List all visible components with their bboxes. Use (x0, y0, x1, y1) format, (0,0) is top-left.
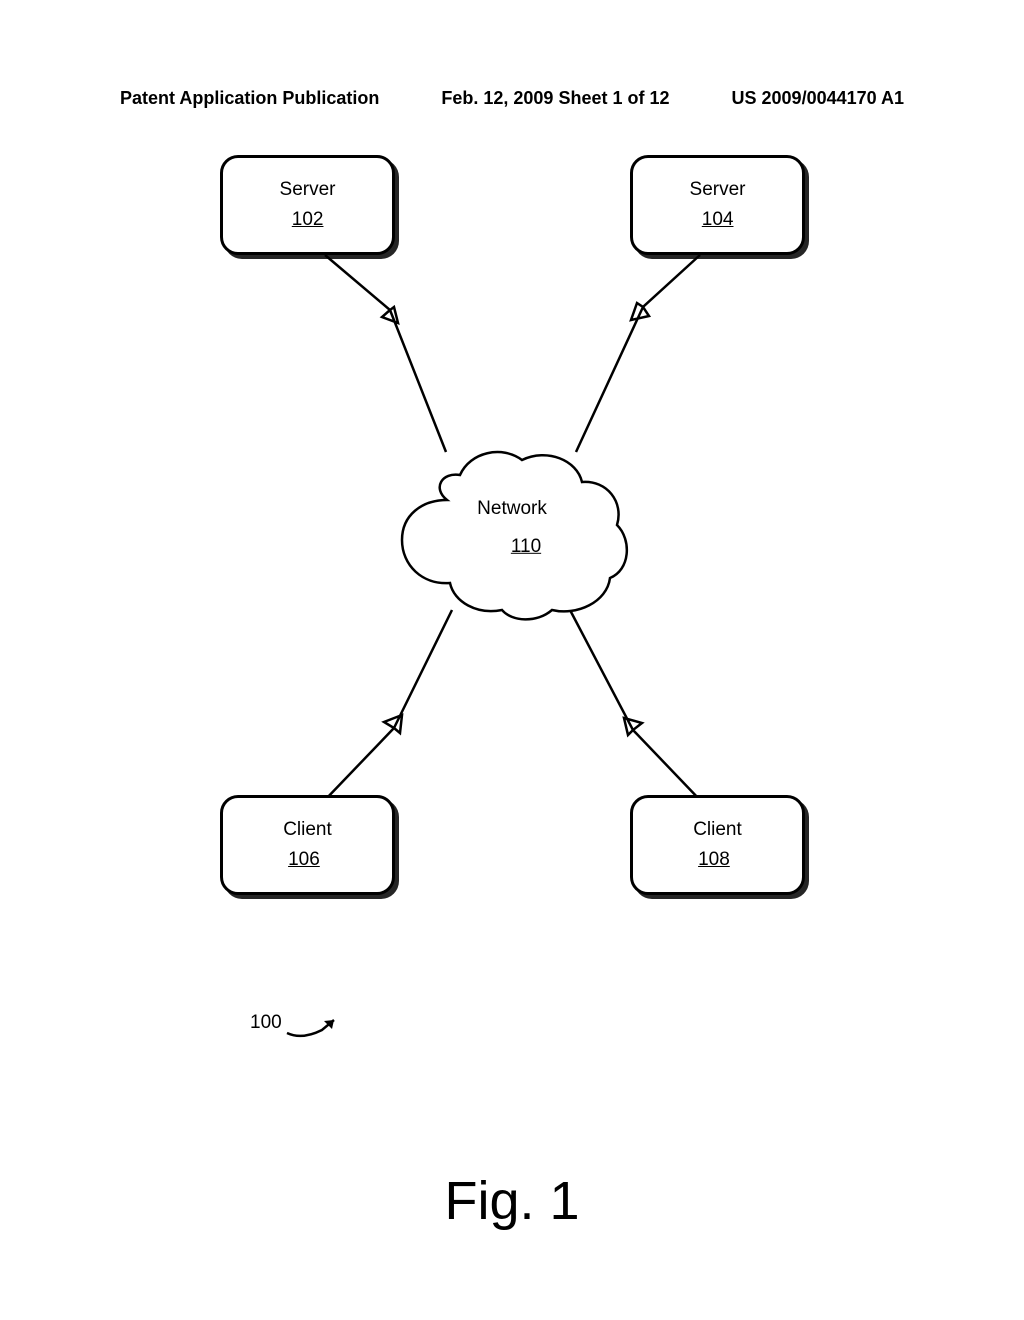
network-ref: 110 (505, 530, 547, 564)
server-104-ref: 104 (690, 205, 746, 235)
client-108-box: Client 108 (630, 795, 805, 895)
server-104-box: Server 104 (630, 155, 805, 255)
header-right: US 2009/0044170 A1 (732, 88, 904, 109)
header-center: Feb. 12, 2009 Sheet 1 of 12 (441, 88, 669, 109)
client-106-ref: 106 (283, 845, 332, 875)
figure-ref-arrow-icon (282, 1005, 352, 1045)
figure-ref-100: 100 (250, 1012, 282, 1034)
server-102-box: Server 102 (220, 155, 395, 255)
server-104-label: Server (690, 179, 746, 200)
network-diagram: Server 102 Server 104 Network 110 Client… (150, 155, 874, 1055)
client-108-ref: 108 (693, 845, 742, 875)
client-106-label: Client (283, 819, 332, 840)
network-label: Network (477, 497, 547, 518)
figure-label: Fig. 1 (0, 1170, 1024, 1232)
client-108-label: Client (693, 819, 742, 840)
server-102-label: Server (280, 179, 336, 200)
server-102-ref: 102 (280, 205, 336, 235)
client-106-box: Client 106 (220, 795, 395, 895)
network-cloud: Network 110 (382, 430, 642, 625)
header-left: Patent Application Publication (120, 88, 379, 109)
